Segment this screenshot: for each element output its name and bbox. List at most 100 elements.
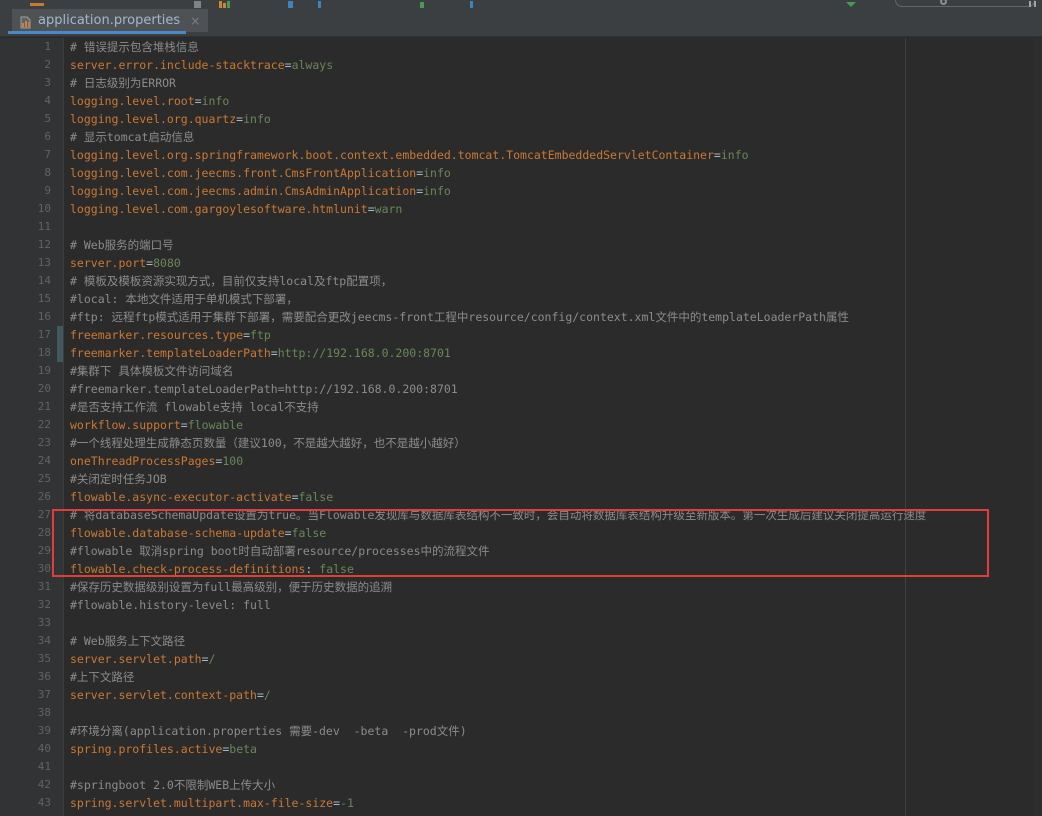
comment-token: #local: 本地文件适用于单机模式下部署， xyxy=(70,292,298,306)
line-number: 9 xyxy=(0,182,63,200)
vcs-change-marker[interactable] xyxy=(57,326,63,344)
vcs-change-marker[interactable] xyxy=(57,344,63,362)
line-number: 28 xyxy=(0,524,63,542)
line-number: 13 xyxy=(0,254,63,272)
tab-application-properties[interactable]: application.properties × xyxy=(12,9,208,32)
line-number: 25 xyxy=(0,470,63,488)
code-line[interactable]: logging.level.com.jeecms.front.CmsFrontA… xyxy=(70,164,1042,182)
code-line[interactable]: # 日志级别为ERROR xyxy=(70,74,1042,92)
property-key-token: flowable.async-executor-activate xyxy=(70,490,292,504)
code-line[interactable]: spring.servlet.multipart.max-file-size=-… xyxy=(70,794,1042,812)
code-line[interactable]: #ftp: 远程ftp模式适用于集群下部署，需要配合更改jeecms-front… xyxy=(70,308,1042,326)
code-line[interactable]: spring.servlet.multipart.max-request-siz… xyxy=(70,812,1042,816)
code-line[interactable] xyxy=(70,218,1042,236)
property-value-token: http://192.168.0.200:8701 xyxy=(278,346,451,360)
comment-token: #保存历史数据级别设置为full最高级别，便于历史数据的追溯 xyxy=(70,580,392,594)
code-line[interactable]: #springboot 2.0不限制WEB上传大小 xyxy=(70,776,1042,794)
tab-title: application.properties xyxy=(38,13,180,28)
property-key-token: logging.level.com.jeecms.front.CmsFrontA… xyxy=(70,166,416,180)
code-line[interactable]: #上下文路径 xyxy=(70,668,1042,686)
comment-token: #关闭定时任务JOB xyxy=(70,472,167,486)
code-line[interactable]: logging.level.com.gargoylesoftware.htmlu… xyxy=(70,200,1042,218)
code-line[interactable]: freemarker.templateLoaderPath=http://192… xyxy=(70,344,1042,362)
code-line[interactable]: # 显示tomcat启动信息 xyxy=(70,128,1042,146)
code-line[interactable]: server.servlet.path=/ xyxy=(70,650,1042,668)
comment-token: # Web服务上下文路径 xyxy=(70,634,185,648)
gutter: 1234567891011121314151617181920212223242… xyxy=(0,38,64,816)
code-line[interactable]: workflow.support=flowable xyxy=(70,416,1042,434)
editor[interactable]: 1234567891011121314151617181920212223242… xyxy=(0,38,1042,816)
code-line[interactable]: flowable.database-schema-update=false xyxy=(70,524,1042,542)
code-line[interactable]: #集群下 具体模板文件访问域名 xyxy=(70,362,1042,380)
code-line[interactable]: #flowable.history-level: full xyxy=(70,596,1042,614)
property-value-token: / xyxy=(264,688,271,702)
property-value-token: / xyxy=(209,652,216,666)
code-line[interactable]: logging.level.org.springframework.boot.c… xyxy=(70,146,1042,164)
code-line[interactable]: #local: 本地文件适用于单机模式下部署， xyxy=(70,290,1042,308)
toolbar-fragment xyxy=(1034,1,1036,7)
line-number: 17 xyxy=(0,326,63,344)
code-line[interactable]: logging.level.org.quartz=info xyxy=(70,110,1042,128)
property-key-token: logging.level.com.gargoylesoftware.htmlu… xyxy=(70,202,368,216)
code-line[interactable]: server.servlet.context-path=/ xyxy=(70,686,1042,704)
code-line[interactable] xyxy=(70,758,1042,776)
property-value-token: warn xyxy=(375,202,403,216)
vertical-scrollbar[interactable] xyxy=(1033,38,1042,816)
code-line[interactable]: flowable.async-executor-activate=false xyxy=(70,488,1042,506)
line-number: 1 xyxy=(0,38,63,56)
property-value-token: info xyxy=(202,94,230,108)
line-number: 19 xyxy=(0,362,63,380)
code-line[interactable]: freemarker.resources.type=ftp xyxy=(70,326,1042,344)
code-line[interactable]: logging.level.com.jeecms.admin.CmsAdminA… xyxy=(70,182,1042,200)
code-line[interactable]: #是否支持工作流 flowable支持 local不支持 xyxy=(70,398,1042,416)
property-key-token: oneThreadProcessPages xyxy=(70,454,215,468)
code-line[interactable]: #环境分离(application.properties 需要-dev -bet… xyxy=(70,722,1042,740)
code-line[interactable]: server.port=8080 xyxy=(70,254,1042,272)
property-value-token: 100 xyxy=(222,454,243,468)
code-line[interactable]: # 将databaseSchemaUpdate设置为true。当Flowable… xyxy=(70,506,1042,524)
code-line[interactable]: # Web服务的端口号 xyxy=(70,236,1042,254)
line-number: 39 xyxy=(0,722,63,740)
ide-window: application.properties × 123456789101112… xyxy=(0,0,1042,816)
editor-tab-bar: application.properties × xyxy=(0,8,1042,37)
active-tab-underline xyxy=(8,31,186,34)
code-line[interactable]: oneThreadProcessPages=100 xyxy=(70,452,1042,470)
line-number: 18 xyxy=(0,344,63,362)
search-input[interactable] xyxy=(895,0,1035,7)
code-line[interactable]: # 错误提示包含堆栈信息 xyxy=(70,38,1042,56)
line-number: 3 xyxy=(0,74,63,92)
separator-token: = xyxy=(202,652,209,666)
line-number: 42 xyxy=(0,776,63,794)
line-number: 38 xyxy=(0,704,63,722)
separator-token: = xyxy=(292,490,299,504)
line-number: 33 xyxy=(0,614,63,632)
code-line[interactable]: #flowable 取消spring boot时自动部署resource/pro… xyxy=(70,542,1042,560)
code-line[interactable] xyxy=(70,614,1042,632)
comment-token: #上下文路径 xyxy=(70,670,134,684)
code-line[interactable]: flowable.check-process-definitions: fals… xyxy=(70,560,1042,578)
code-line[interactable]: #一个线程处理生成静态页数量（建议100，不是越大越好，也不是越小越好） xyxy=(70,434,1042,452)
code-line[interactable]: #关闭定时任务JOB xyxy=(70,470,1042,488)
line-number: 37 xyxy=(0,686,63,704)
line-number: 23 xyxy=(0,434,63,452)
code-line[interactable]: # Web服务上下文路径 xyxy=(70,632,1042,650)
property-value-token: info xyxy=(423,184,451,198)
property-key-token: logging.level.com.jeecms.admin.CmsAdminA… xyxy=(70,184,416,198)
line-number: 6 xyxy=(0,128,63,146)
code-area[interactable]: # 错误提示包含堆栈信息 server.error.include-stacktr… xyxy=(70,38,1042,816)
code-line[interactable]: logging.level.root=info xyxy=(70,92,1042,110)
code-line[interactable]: spring.profiles.active=beta xyxy=(70,740,1042,758)
code-line[interactable] xyxy=(70,704,1042,722)
property-key-token: server.servlet.context-path xyxy=(70,688,257,702)
code-line[interactable]: #freemarker.templateLoaderPath=http://19… xyxy=(70,380,1042,398)
tab-close-icon[interactable]: × xyxy=(190,15,200,27)
comment-token: #springboot 2.0不限制WEB上传大小 xyxy=(70,778,275,792)
code-line[interactable]: # 模板及模板资源实现方式，目前仅支持local及ftp配置项， xyxy=(70,272,1042,290)
separator-token: = xyxy=(368,202,375,216)
separator-token: = xyxy=(285,58,292,72)
comment-token: # 模板及模板资源实现方式，目前仅支持local及ftp配置项， xyxy=(70,274,392,288)
comment-token: # 错误提示包含堆栈信息 xyxy=(70,40,199,54)
line-number: 21 xyxy=(0,398,63,416)
code-line[interactable]: server.error.include-stacktrace=always xyxy=(70,56,1042,74)
code-line[interactable]: #保存历史数据级别设置为full最高级别，便于历史数据的追溯 xyxy=(70,578,1042,596)
